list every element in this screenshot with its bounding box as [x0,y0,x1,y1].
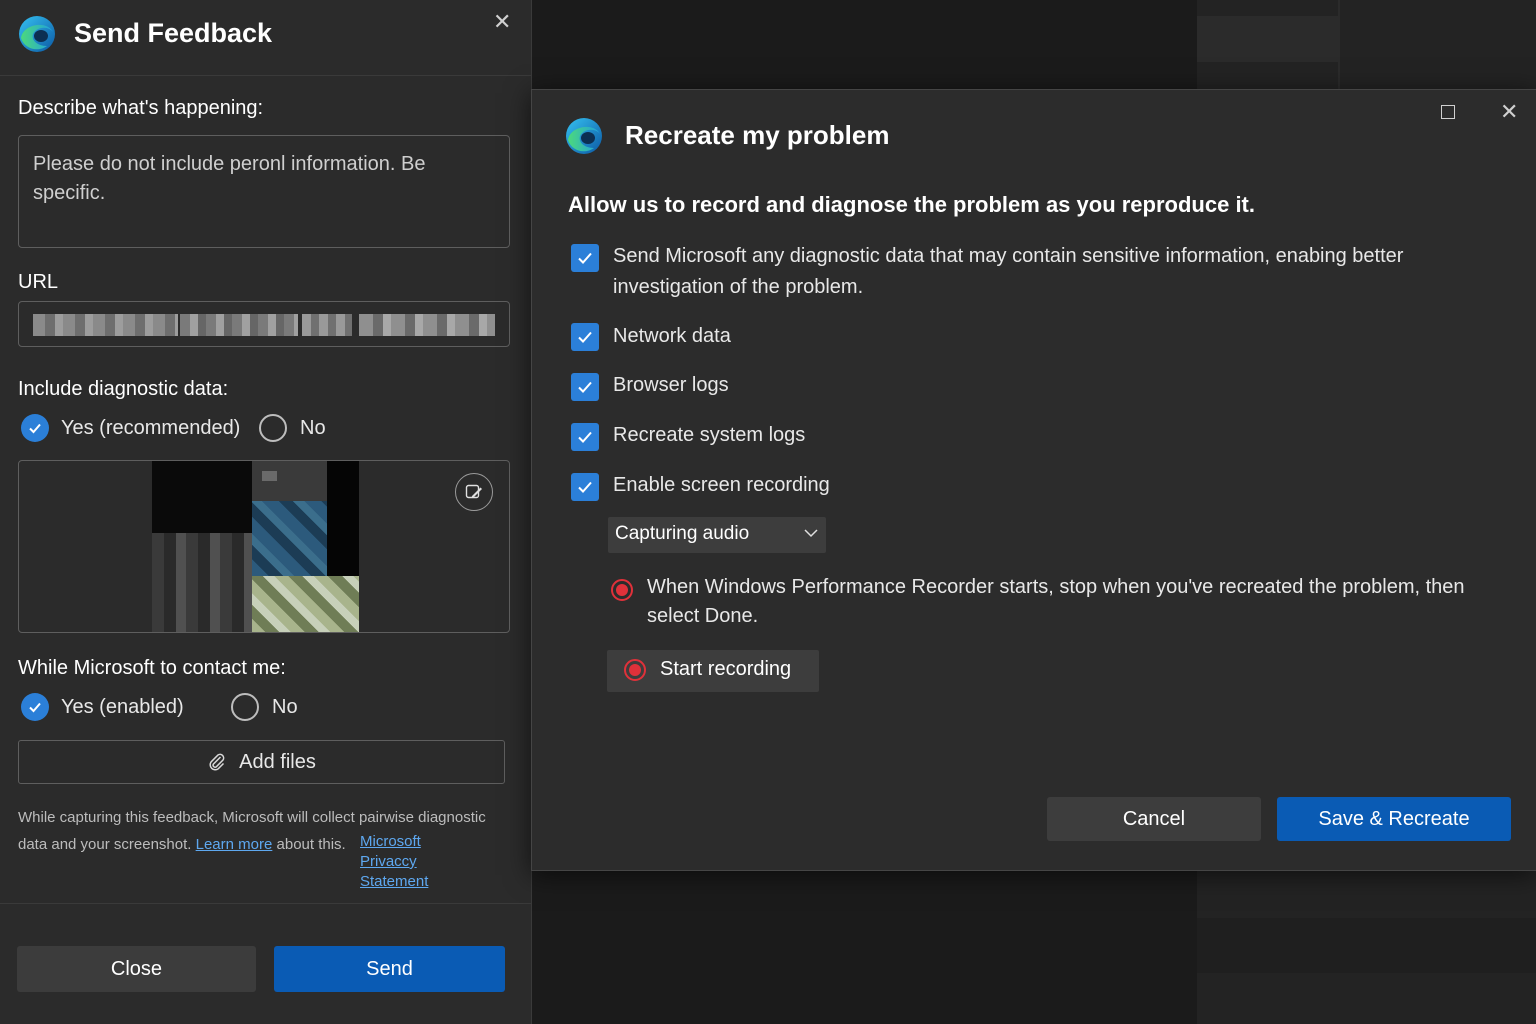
checkmark-icon [29,702,41,713]
close-button[interactable]: Close [17,946,256,992]
url-field[interactable] [18,301,510,347]
edit-image-icon [465,484,482,499]
describe-label: Describe what's happening: [18,97,264,119]
diagnostic-label: Include diagnostic data: [18,378,229,400]
screenshot-thumbnail [152,461,359,632]
diagnostic-no-radio[interactable] [259,414,287,442]
background-window-row [1197,918,1536,973]
edge-logo-icon [566,118,602,154]
record-indicator-icon [611,579,633,601]
paperclip-icon [209,753,225,771]
contact-yes-radio[interactable] [21,693,49,721]
edge-logo-icon [19,16,55,52]
start-recording-button[interactable]: Start recording [607,650,819,692]
cancel-button[interactable]: Cancel [1047,797,1261,841]
checkmark-icon [578,252,592,264]
send-feedback-panel: Send Feedback ✕ Describe what's happenin… [0,0,532,1024]
dialog-subtitle: Allow us to record and diagnose the prob… [568,192,1255,217]
close-icon[interactable]: ✕ [493,11,511,33]
browser-logs-checkbox[interactable] [571,373,599,401]
checkmark-icon [578,381,592,393]
screen-recording-checkbox[interactable] [571,473,599,501]
footer-divider [0,903,532,904]
browser-logs-label: Browser logs [613,374,729,396]
recreate-problem-dialog: Recreate my problem ✕ Allow us to record… [531,89,1536,871]
audio-capture-select[interactable]: Capturing audio [608,517,826,553]
network-data-label: Network data [613,325,731,347]
screenshot-preview [18,460,510,633]
checkmark-icon [29,423,41,434]
diagnostic-yes-label: Yes (recommended) [61,417,241,439]
contact-label: While Microsoft to contact me: [18,657,286,679]
panel-header: Send Feedback ✕ [0,0,532,76]
record-icon [624,659,646,681]
blurred-url-text [359,314,495,336]
save-recreate-button[interactable]: Save & Recreate [1277,797,1511,841]
background-window-row [1197,16,1339,62]
checkmark-icon [578,431,592,443]
sensitive-data-label: Send Microsoft any diagnostic data that … [613,245,1404,298]
dialog-title: Recreate my problem [625,120,890,150]
diagnostic-yes-radio[interactable] [21,414,49,442]
add-files-button[interactable]: Add files [18,740,505,784]
system-logs-label: Recreate system logs [613,424,806,446]
add-files-label: Add files [239,750,316,773]
network-data-checkbox[interactable] [571,323,599,351]
diagnostic-no-label: No [300,417,326,439]
blurred-url-text [302,314,352,336]
background-window-divider [1338,0,1340,89]
checkmark-icon [578,331,592,343]
describe-textarea[interactable]: Please do not include peronl information… [18,135,510,248]
maximize-icon[interactable] [1441,105,1455,119]
close-icon[interactable]: ✕ [1500,101,1518,123]
start-recording-label: Start recording [660,658,792,680]
chevron-down-icon [804,529,818,538]
send-button[interactable]: Send [274,946,505,992]
learn-more-link[interactable]: Learn more [196,836,273,853]
audio-capture-value: Capturing audio [615,523,750,544]
panel-title: Send Feedback [74,18,273,48]
checkmark-icon [578,481,592,493]
blurred-url-text [33,314,178,336]
sensitive-data-checkbox[interactable] [571,244,599,272]
screen-recording-label: Enable screen recording [613,474,830,496]
blurred-url-text [180,314,298,336]
contact-yes-label: Yes (enabled) [61,696,184,718]
contact-no-radio[interactable] [231,693,259,721]
system-logs-checkbox[interactable] [571,423,599,451]
edit-screenshot-button[interactable] [455,473,493,511]
recording-instruction: When Windows Performance Recorder starts… [647,576,1465,627]
contact-no-label: No [272,696,298,718]
privacy-statement-link[interactable]: Microsoft Privaccy Statement [360,832,450,892]
url-label: URL [18,271,59,293]
